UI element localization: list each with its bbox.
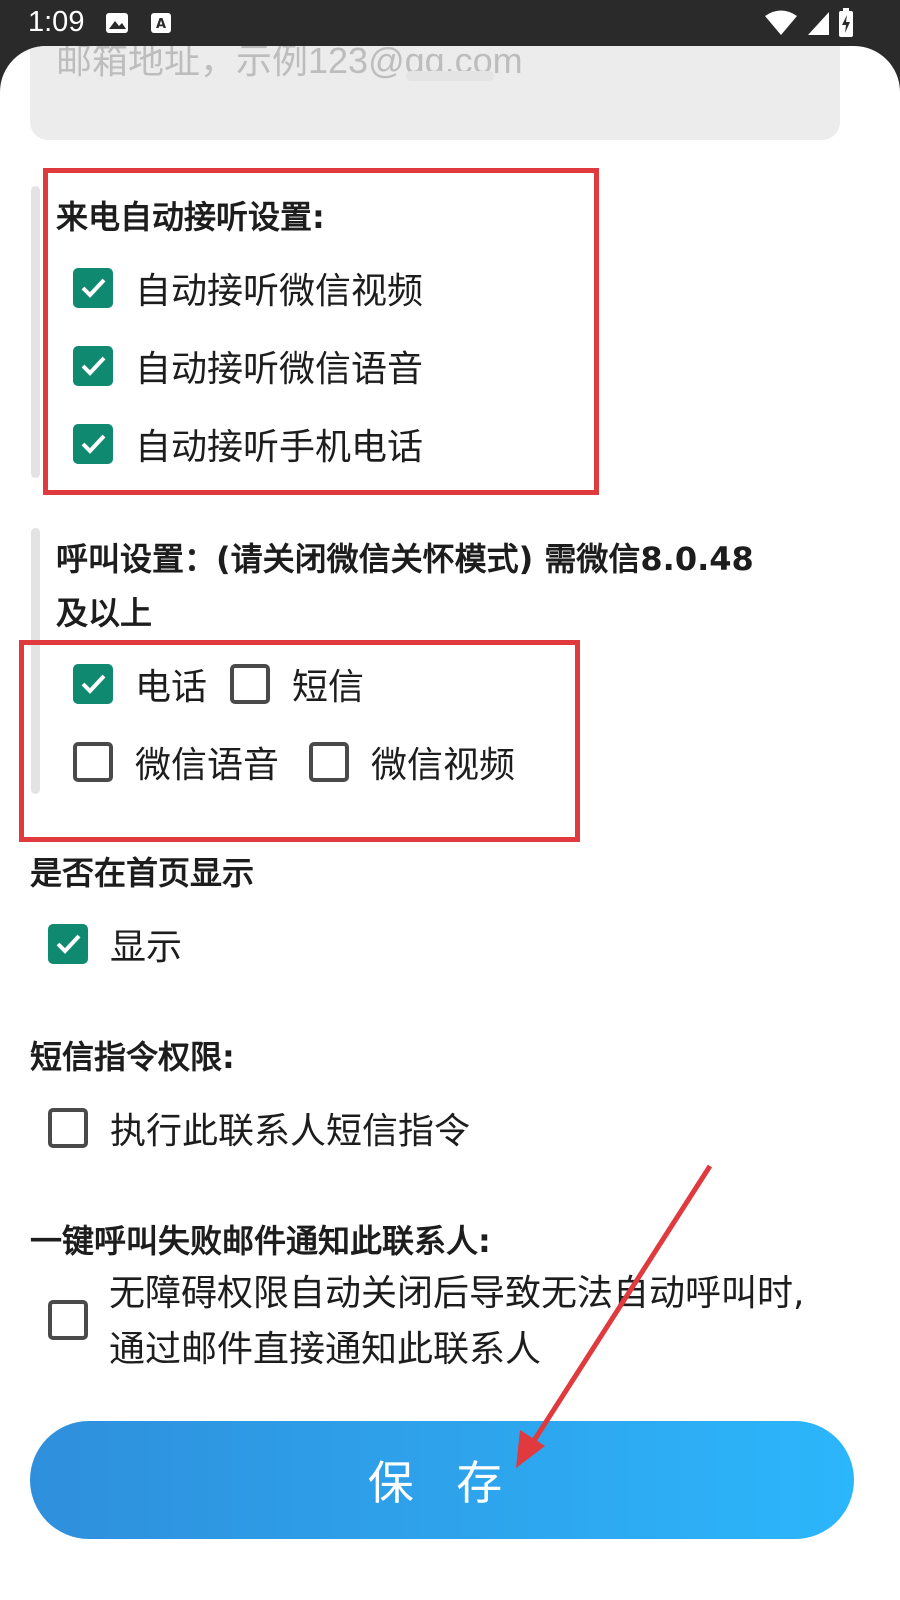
signal-icon <box>808 12 829 35</box>
section-indicator <box>31 186 40 478</box>
wifi-icon <box>765 10 797 35</box>
status-bar: 1:09 A <box>0 0 900 46</box>
check-icon <box>56 934 81 954</box>
annotation-box-auto-answer <box>43 168 599 495</box>
email-notify-line1: 无障碍权限自动关闭后导致无法自动呼叫时, <box>109 1273 805 1314</box>
call-settings-heading: 呼叫设置：(请关闭微信关怀模式) 需微信8.0.48 <box>56 540 754 578</box>
annotation-box-call-settings <box>19 640 580 842</box>
checkbox-checked[interactable] <box>48 924 88 964</box>
sheet-drag-handle[interactable] <box>406 71 494 81</box>
home-display-heading: 是否在首页显示 <box>30 854 255 892</box>
svg-text:A: A <box>156 17 166 32</box>
save-button[interactable]: 保 存 <box>30 1421 854 1539</box>
checkbox-label: 执行此联系人短信指令 <box>110 1111 471 1152</box>
email-notify-label: 无障碍权限自动关闭后导致无法自动呼叫时, 通过邮件直接通知此联系人 <box>109 1266 804 1378</box>
sms-permission-option[interactable]: 执行此联系人短信指令 <box>48 1102 470 1154</box>
battery-icon <box>839 8 853 37</box>
email-notify-checkbox[interactable] <box>48 1300 88 1340</box>
status-time: 1:09 <box>28 6 85 38</box>
email-notify-heading: 一键呼叫失败邮件通知此联系人: <box>30 1222 491 1260</box>
contact-settings-sheet: 邮箱地址，示例123@qq.com 来电自动接听设置: 自动接听微信视频 自动接… <box>0 46 900 1600</box>
email-notify-line2: 通过邮件直接通知此联系人 <box>109 1329 542 1370</box>
checkbox-unchecked[interactable] <box>48 1108 88 1148</box>
checkbox-label: 显示 <box>110 927 183 968</box>
home-display-option[interactable]: 显示 <box>48 918 182 970</box>
text-notification-icon: A <box>151 13 171 33</box>
sms-permission-heading: 短信指令权限: <box>30 1038 235 1076</box>
call-settings-heading-cont: 及以上 <box>56 594 153 632</box>
image-notification-icon <box>106 13 128 33</box>
email-input[interactable]: 邮箱地址，示例123@qq.com <box>30 46 840 140</box>
